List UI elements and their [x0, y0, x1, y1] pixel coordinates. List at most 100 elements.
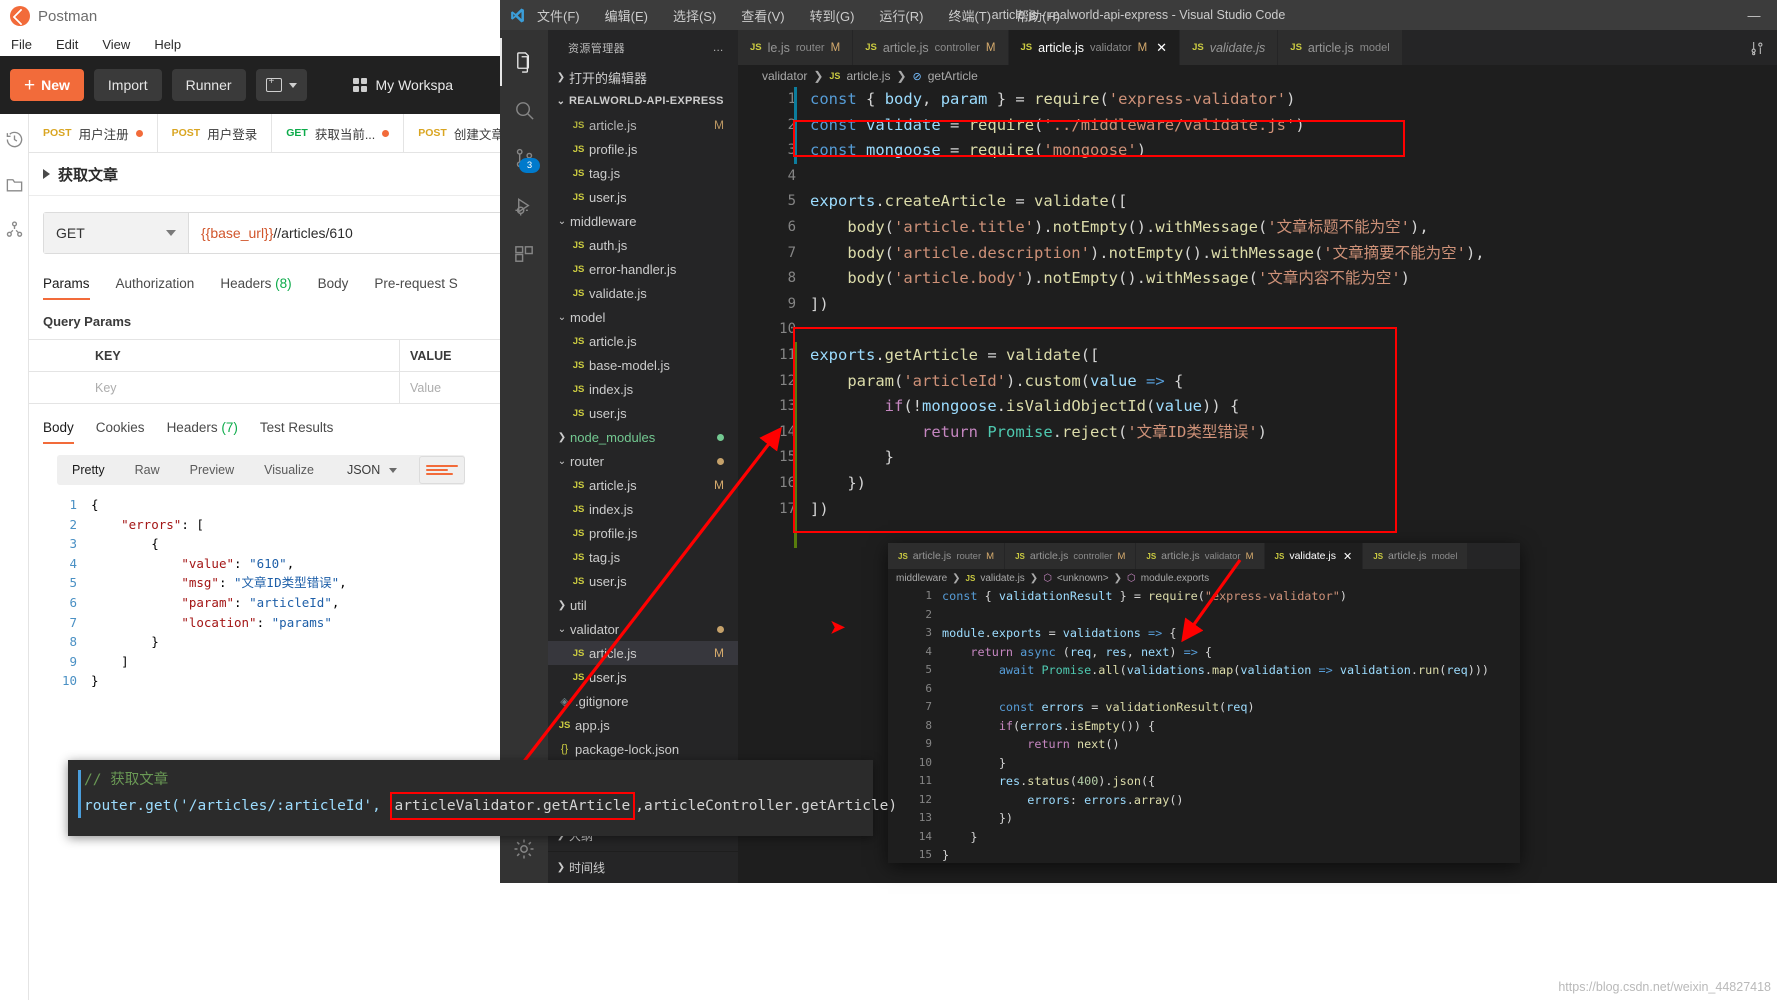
file-tree-item[interactable]: ❯ util: [548, 593, 738, 617]
file-tree-item[interactable]: JS user.js: [548, 185, 738, 209]
content-type-select[interactable]: JSON: [336, 457, 408, 483]
popup-breadcrumb-file[interactable]: validate.js: [980, 573, 1024, 584]
editor-tab-1[interactable]: JS article.js controller M: [1005, 543, 1137, 569]
explorer-icon[interactable]: [500, 38, 548, 86]
menu-terminal[interactable]: 终端(T): [945, 4, 994, 27]
editor-tab-0[interactable]: JS le.js router M: [738, 30, 854, 65]
request-section-tabs[interactable]: Params Authorization Headers (8) Body Pr…: [29, 254, 520, 300]
menu-file[interactable]: 文件(F): [534, 4, 583, 27]
editor-tab-1[interactable]: JS article.js controller M: [853, 30, 1009, 65]
table-row[interactable]: Key Value: [29, 371, 520, 403]
file-tree-item[interactable]: ⌄ model: [548, 305, 738, 329]
runner-button[interactable]: Runner: [171, 69, 246, 101]
activity-bar[interactable]: 3: [500, 30, 548, 883]
popup-breadcrumb-sym2[interactable]: module.exports: [1141, 573, 1209, 584]
editor-tab-4[interactable]: JS article.js model: [1278, 30, 1403, 65]
file-tree-item[interactable]: JS tag.js: [548, 545, 738, 569]
file-tree-item[interactable]: JS profile.js: [548, 137, 738, 161]
open-editors-section[interactable]: ❯ 打开的编辑器: [548, 65, 738, 89]
request-tab-1[interactable]: POST 用户登录: [158, 114, 273, 152]
new-window-button[interactable]: [255, 69, 307, 101]
format-pretty[interactable]: Pretty: [57, 463, 120, 477]
request-tab-strip[interactable]: POST 用户注册 POST 用户登录 GET 获取当前... POST 创建文…: [29, 114, 520, 153]
history-icon[interactable]: [5, 130, 24, 149]
more-actions-icon[interactable]: …: [713, 42, 724, 54]
file-tree-item[interactable]: JS user.js: [548, 401, 738, 425]
menu-selection[interactable]: 选择(S): [670, 4, 719, 27]
format-preview[interactable]: Preview: [175, 463, 249, 477]
file-tree-item[interactable]: JS base-model.js: [548, 353, 738, 377]
vscode-menubar[interactable]: 文件(F) 编辑(E) 选择(S) 查看(V) 转到(G) 运行(R) 终端(T…: [534, 4, 1063, 27]
tab-cookies[interactable]: Cookies: [96, 420, 145, 444]
menu-help[interactable]: Help: [151, 36, 184, 53]
popup-breadcrumb-folder[interactable]: middleware: [896, 573, 947, 584]
file-tree-item[interactable]: JS validate.js: [548, 281, 738, 305]
response-section-tabs[interactable]: Body Cookies Headers (7) Test Results: [29, 404, 520, 444]
file-tree-item[interactable]: JS user.js: [548, 665, 738, 689]
file-tree-item[interactable]: JS article.js M: [548, 473, 738, 497]
file-tree-item[interactable]: JS profile.js: [548, 521, 738, 545]
file-tree-item[interactable]: ⌄ middleware: [548, 209, 738, 233]
postman-menubar[interactable]: File Edit View Help: [0, 32, 520, 56]
window-controls[interactable]: —: [1731, 0, 1777, 30]
breadcrumb-symbol[interactable]: getArticle: [928, 69, 978, 83]
menu-go[interactable]: 转到(G): [807, 4, 858, 27]
editor-breadcrumb[interactable]: validator ❯ JS article.js ❯ ⊘ getArticle: [738, 65, 1777, 87]
tab-headers-response[interactable]: Headers (7): [167, 420, 238, 444]
file-tree[interactable]: JS article.js M JS profile.js JS tag.js JS user.…: [548, 113, 738, 819]
format-visualize[interactable]: Visualize: [249, 463, 329, 477]
url-input[interactable]: {{base_url}}//articles/610: [189, 213, 519, 253]
search-icon[interactable]: [500, 86, 548, 134]
file-tree-item[interactable]: JS index.js: [548, 377, 738, 401]
minimize-button[interactable]: —: [1731, 0, 1777, 30]
popup-breadcrumb-sym1[interactable]: <unknown>: [1057, 573, 1109, 584]
menu-file[interactable]: File: [8, 36, 35, 53]
editor-tab-2[interactable]: JS article.js validator M ✕: [1008, 30, 1181, 65]
file-tree-item[interactable]: ❯ node_modules: [548, 425, 738, 449]
breadcrumb[interactable]: 获取文章: [29, 153, 520, 196]
popup-tab-strip[interactable]: JS article.js router M JS article.js controlle…: [888, 543, 1520, 569]
editor-tab-3[interactable]: JS validate.js ✕: [1264, 543, 1364, 569]
tab-params[interactable]: Params: [43, 276, 90, 300]
editor-tab-4[interactable]: JS article.js model: [1363, 543, 1469, 569]
menu-edit[interactable]: 编辑(E): [602, 4, 651, 27]
tab-headers-request[interactable]: Headers (8): [220, 276, 291, 300]
request-tab-0[interactable]: POST 用户注册: [29, 114, 158, 152]
breadcrumb-folder[interactable]: validator: [762, 69, 807, 83]
file-tree-item[interactable]: JS article.js M: [548, 641, 738, 665]
close-icon[interactable]: ✕: [1343, 550, 1352, 563]
file-tree-item[interactable]: JS article.js: [548, 329, 738, 353]
editor-tab-2[interactable]: JS article.js validator M: [1136, 543, 1265, 569]
file-tree-item[interactable]: JS app.js: [548, 713, 738, 737]
project-root-section[interactable]: ⌄ REALWORLD-API-EXPRESS: [548, 89, 738, 113]
file-tree-item[interactable]: JS error-handler.js: [548, 257, 738, 281]
apis-icon[interactable]: [5, 220, 24, 239]
workspace-selector[interactable]: My Workspa: [352, 77, 453, 93]
method-select[interactable]: GET: [44, 213, 189, 253]
source-control-icon[interactable]: 3: [500, 134, 548, 182]
menu-help[interactable]: 帮助(H): [1013, 4, 1063, 27]
split-editor-icon[interactable]: [1737, 30, 1777, 65]
file-tree-item[interactable]: ⌄ router: [548, 449, 738, 473]
popup-breadcrumb[interactable]: middleware ❯ JS validate.js ❯ ⬡ <unknown…: [888, 569, 1520, 587]
extensions-icon[interactable]: [500, 230, 548, 278]
import-button[interactable]: Import: [93, 69, 162, 101]
popup-code-editor[interactable]: 1 const { validationResult } = require("e…: [888, 587, 1520, 863]
editor-tab-3[interactable]: JS validate.js: [1180, 30, 1279, 65]
menu-view[interactable]: View: [99, 36, 133, 53]
timeline-section[interactable]: ❯ 时间线: [548, 851, 738, 883]
request-tab-2[interactable]: GET 获取当前...: [272, 114, 405, 152]
key-input[interactable]: Key: [81, 381, 399, 395]
tab-pre-request-script[interactable]: Pre-request S: [374, 276, 457, 300]
menu-view[interactable]: 查看(V): [738, 4, 787, 27]
editor-tab-0[interactable]: JS article.js router M: [888, 543, 1006, 569]
tab-test-results[interactable]: Test Results: [260, 420, 334, 444]
file-tree-item[interactable]: JS user.js: [548, 569, 738, 593]
file-tree-item[interactable]: JS index.js: [548, 497, 738, 521]
editor-tab-strip[interactable]: JS le.js router M JS article.js controller M JS a…: [738, 30, 1777, 65]
breadcrumb-file[interactable]: article.js: [846, 69, 890, 83]
menu-run[interactable]: 运行(R): [876, 4, 926, 27]
file-tree-item[interactable]: ⌄ validator: [548, 617, 738, 641]
close-icon[interactable]: ✕: [1156, 40, 1167, 56]
tab-authorization[interactable]: Authorization: [116, 276, 195, 300]
